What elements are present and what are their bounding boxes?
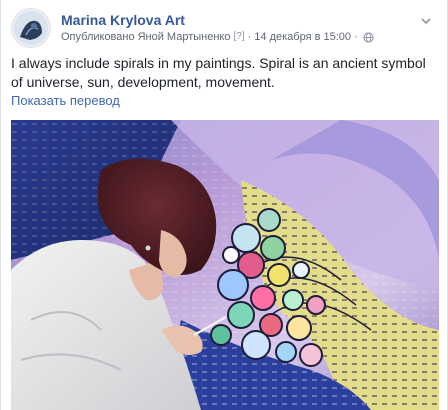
published-by-label: Опубликовано [61, 31, 135, 43]
post-timestamp[interactable]: 14 декабря в 15:00 [254, 29, 351, 45]
post-text: I always include spirals in my paintings… [11, 55, 430, 90]
meta-separator-2: · [354, 31, 358, 43]
post-meta: Marina Krylova Art Опубликовано Яной Мар… [61, 11, 374, 45]
meta-separator: · [247, 31, 252, 43]
page-name-link[interactable]: Marina Krylova Art [61, 11, 374, 29]
author-badge[interactable]: [?] [233, 29, 244, 45]
post-subline: Опубликовано Яной Мартыненко [?] · 14 де… [61, 29, 374, 45]
post-header: Marina Krylova Art Опубликовано Яной Мар… [11, 8, 374, 48]
post-photo[interactable] [11, 120, 439, 410]
avatar-image [12, 9, 50, 47]
page-avatar[interactable] [11, 8, 51, 48]
facebook-post: Marina Krylova Art Опубликовано Яной Мар… [0, 0, 448, 410]
chevron-down-icon[interactable] [419, 14, 433, 28]
painting-photo-image [11, 120, 439, 410]
show-translation-link[interactable]: Показать перевод [11, 93, 120, 109]
author-link[interactable]: Яной Мартыненко [138, 29, 231, 45]
globe-icon[interactable] [363, 31, 374, 43]
